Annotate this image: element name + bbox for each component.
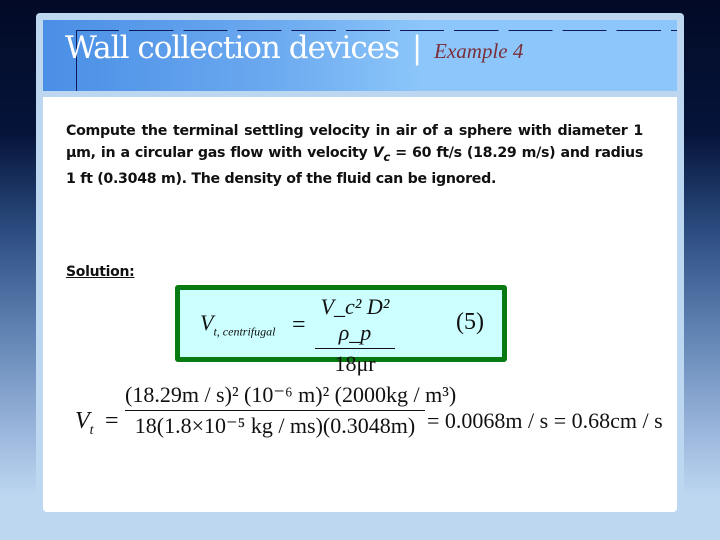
equation-lhs: Vt, centrifugal <box>200 310 276 339</box>
fraction-bar <box>315 348 395 349</box>
problem-statement: Compute the terminal settling velocity i… <box>66 120 643 190</box>
calc-fraction-bar <box>125 410 425 411</box>
equals-sign: = <box>292 312 306 338</box>
title-bar: Wall collection devices | Example 4 <box>43 20 677 91</box>
calc-denominator: 18(1.8×10⁻⁵ kg / ms)(0.3048m) <box>134 413 416 438</box>
title-main: Wall collection devices <box>65 30 400 66</box>
solution-label: Solution: <box>66 264 135 280</box>
equation-denominator: 18μr <box>334 351 376 376</box>
calc-equals-sign: = <box>105 408 119 434</box>
centrifugal-velocity-equation-box: Vt, centrifugal = V_c² D² ρ_p 18μr (5) <box>175 285 507 376</box>
equation-fraction: V_c² D² ρ_p 18μr <box>315 294 395 377</box>
slide-title: Wall collection devices | Example 4 <box>65 30 523 66</box>
calc-lhs: Vt <box>75 408 94 438</box>
title-separator: | <box>411 30 423 66</box>
calc-result: = 0.0068m / s = 0.68cm / s <box>427 408 663 433</box>
calc-numerator: (18.29m / s)² (10⁻⁶ m)² (2000kg / m³) <box>125 382 457 407</box>
title-subtitle: Example 4 <box>434 39 524 63</box>
equation-numerator: V_c² D² ρ_p <box>320 294 390 345</box>
content-area: Compute the terminal settling velocity i… <box>43 97 677 512</box>
velocity-variable: Vc <box>372 145 391 164</box>
calculation-equation: Vt = (18.29m / s)² (10⁻⁶ m)² (2000kg / m… <box>75 375 663 455</box>
equation-number: (5) <box>456 309 484 335</box>
calc-fraction: (18.29m / s)² (10⁻⁶ m)² (2000kg / m³) 18… <box>125 381 457 440</box>
